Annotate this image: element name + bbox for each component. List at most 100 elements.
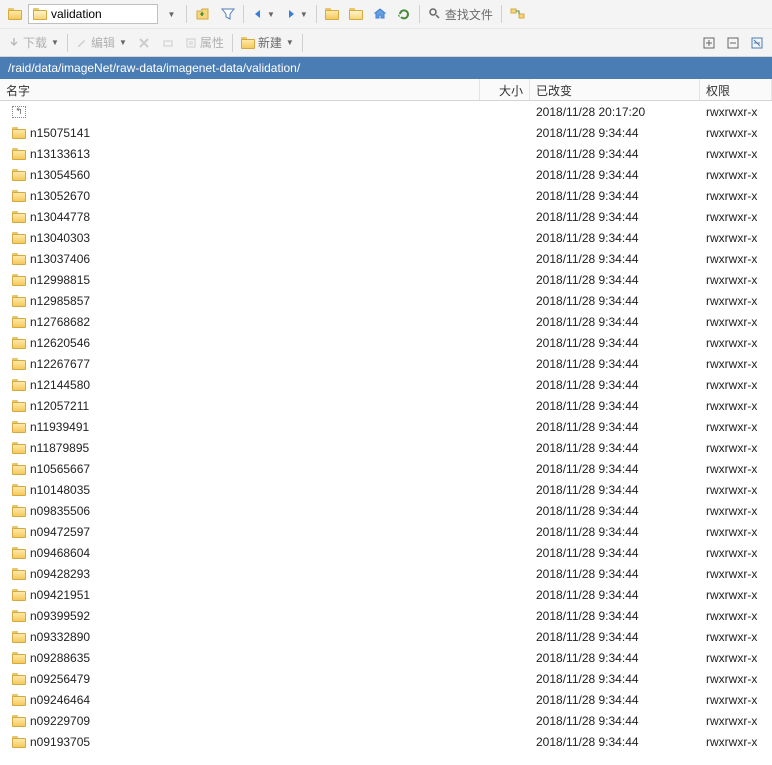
collapse-icon[interactable]: [722, 32, 744, 54]
file-row[interactable]: n118798952018/11/28 9:34:44rwxrwxr-x: [0, 437, 772, 458]
expand-icon[interactable]: [698, 32, 720, 54]
file-perm-cell: rwxrwxr-x: [700, 355, 772, 373]
file-row[interactable]: n098355062018/11/28 9:34:44rwxrwxr-x: [0, 500, 772, 521]
file-row[interactable]: n092464642018/11/28 9:34:44rwxrwxr-x: [0, 689, 772, 710]
file-row[interactable]: n119394912018/11/28 9:34:44rwxrwxr-x: [0, 416, 772, 437]
file-name-cell: n12267677: [0, 355, 480, 373]
file-name-cell: n12057211: [0, 397, 480, 415]
file-changed-cell: 2018/11/28 9:34:44: [530, 355, 700, 373]
file-row[interactable]: n094686042018/11/28 9:34:44rwxrwxr-x: [0, 542, 772, 563]
file-perm-cell: rwxrwxr-x: [700, 250, 772, 268]
file-size-cell: [480, 341, 530, 345]
folder-icon: [12, 211, 26, 223]
folder-icon: [12, 526, 26, 538]
file-size-cell: [480, 278, 530, 282]
filter-icon[interactable]: [217, 3, 239, 25]
file-changed-cell: 2018/11/28 9:34:44: [530, 418, 700, 436]
file-changed-cell: 2018/11/28 9:34:44: [530, 397, 700, 415]
file-changed-cell: 2018/11/28 9:34:44: [530, 544, 700, 562]
column-name[interactable]: 名字: [0, 79, 480, 100]
file-row[interactable]: n150751412018/11/28 9:34:44rwxrwxr-x: [0, 122, 772, 143]
file-name-label: n10148035: [30, 483, 90, 497]
folder-icon: [12, 274, 26, 286]
file-row[interactable]: n121445802018/11/28 9:34:44rwxrwxr-x: [0, 374, 772, 395]
file-row[interactable]: n129988152018/11/28 9:34:44rwxrwxr-x: [0, 269, 772, 290]
folder-nav-icon[interactable]: [4, 3, 26, 25]
file-size-cell: [480, 677, 530, 681]
path-dropdown[interactable]: ▼: [160, 3, 182, 25]
file-row[interactable]: n130447782018/11/28 9:34:44rwxrwxr-x: [0, 206, 772, 227]
folder-btn1[interactable]: [321, 3, 343, 25]
file-row[interactable]: n101480352018/11/28 9:34:44rwxrwxr-x: [0, 479, 772, 500]
download-button: 下载▼: [4, 32, 63, 54]
refresh-icon[interactable]: [393, 3, 415, 25]
file-row[interactable]: n130374062018/11/28 9:34:44rwxrwxr-x: [0, 248, 772, 269]
file-size-cell: [480, 551, 530, 555]
file-row[interactable]: n127686822018/11/28 9:34:44rwxrwxr-x: [0, 311, 772, 332]
file-row[interactable]: n105656672018/11/28 9:34:44rwxrwxr-x: [0, 458, 772, 479]
file-row[interactable]: n131336132018/11/28 9:34:44rwxrwxr-x: [0, 143, 772, 164]
file-row[interactable]: n091937052018/11/28 9:34:44rwxrwxr-x: [0, 731, 772, 752]
file-size-cell: [480, 173, 530, 177]
path-input[interactable]: validation: [28, 4, 158, 24]
file-row[interactable]: n094725972018/11/28 9:34:44rwxrwxr-x: [0, 521, 772, 542]
file-changed-cell: 2018/11/28 9:34:44: [530, 712, 700, 730]
file-row[interactable]: n092886352018/11/28 9:34:44rwxrwxr-x: [0, 647, 772, 668]
up-folder-icon[interactable]: [191, 3, 215, 25]
folder-icon: [12, 253, 26, 265]
file-row[interactable]: n093328902018/11/28 9:34:44rwxrwxr-x: [0, 626, 772, 647]
file-row[interactable]: n094282932018/11/28 9:34:44rwxrwxr-x: [0, 563, 772, 584]
file-changed-cell: 2018/11/28 9:34:44: [530, 649, 700, 667]
column-changed[interactable]: 已改变: [530, 79, 700, 100]
forward-icon[interactable]: ▼: [281, 3, 312, 25]
column-size[interactable]: 大小: [480, 79, 530, 100]
file-name-cell: n13044778: [0, 208, 480, 226]
delete-icon: [133, 32, 155, 54]
file-changed-cell: 2018/11/28 9:34:44: [530, 439, 700, 457]
file-row[interactable]: n12057211 2018/11/28 9:34:44rwxrwxr-x: [0, 395, 772, 416]
file-size-cell: [480, 635, 530, 639]
view-icon[interactable]: [746, 32, 768, 54]
file-row[interactable]: n092297092018/11/28 9:34:44rwxrwxr-x: [0, 710, 772, 731]
file-perm-cell: rwxrwxr-x: [700, 670, 772, 688]
file-name-cell: n13052670: [0, 187, 480, 205]
file-size-cell: [480, 509, 530, 513]
home-icon[interactable]: [369, 3, 391, 25]
file-row[interactable]: n129858572018/11/28 9:34:44rwxrwxr-x: [0, 290, 772, 311]
file-perm-cell: rwxrwxr-x: [700, 712, 772, 730]
up-icon: ↰: [12, 106, 26, 118]
sync-icon[interactable]: [506, 3, 530, 25]
file-row[interactable]: n130403032018/11/28 9:34:44rwxrwxr-x: [0, 227, 772, 248]
breadcrumb[interactable]: /raid/data/imageNet/raw-data/imagenet-da…: [0, 57, 772, 79]
find-files-button[interactable]: 查找文件: [424, 3, 497, 25]
file-name-label: n12768682: [30, 315, 90, 329]
file-perm-cell: rwxrwxr-x: [700, 607, 772, 625]
file-size-cell: [480, 467, 530, 471]
file-row[interactable]: n130545602018/11/28 9:34:44rwxrwxr-x: [0, 164, 772, 185]
file-size-cell: [480, 719, 530, 723]
file-row[interactable]: n12267677 2018/11/28 9:34:44rwxrwxr-x: [0, 353, 772, 374]
back-icon[interactable]: ▼: [248, 3, 279, 25]
file-row[interactable]: ↰..2018/11/28 20:17:20rwxrwxr-x: [0, 101, 772, 122]
file-name-cell: n09332890: [0, 628, 480, 646]
file-perm-cell: rwxrwxr-x: [700, 733, 772, 751]
file-changed-cell: 2018/11/28 9:34:44: [530, 523, 700, 541]
file-name-cell: n12144580: [0, 376, 480, 394]
file-name-label: n15075141: [30, 126, 90, 140]
file-name-label: n09428293: [30, 567, 90, 581]
file-perm-cell: rwxrwxr-x: [700, 313, 772, 331]
file-row[interactable]: n130526702018/11/28 9:34:44rwxrwxr-x: [0, 185, 772, 206]
file-size-cell: [480, 740, 530, 744]
file-changed-cell: 2018/11/28 9:34:44: [530, 670, 700, 688]
file-row[interactable]: n126205462018/11/28 9:34:44rwxrwxr-x: [0, 332, 772, 353]
file-row[interactable]: n094219512018/11/28 9:34:44rwxrwxr-x: [0, 584, 772, 605]
folder-btn2[interactable]: [345, 3, 367, 25]
folder-icon: [12, 232, 26, 244]
file-row[interactable]: n093995922018/11/28 9:34:44rwxrwxr-x: [0, 605, 772, 626]
column-perm[interactable]: 权限: [700, 79, 772, 100]
new-button[interactable]: 新建▼: [237, 32, 298, 54]
folder-icon: [12, 295, 26, 307]
file-row[interactable]: n092564792018/11/28 9:34:44rwxrwxr-x: [0, 668, 772, 689]
file-perm-cell: rwxrwxr-x: [700, 397, 772, 415]
folder-icon: [12, 337, 26, 349]
